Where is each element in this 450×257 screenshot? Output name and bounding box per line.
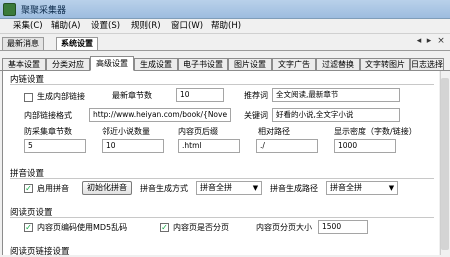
display-density-label: 显示密度（字数/链接） [334,127,417,136]
tab-log[interactable]: 日志选择 [410,58,444,71]
enable-pinyin-label: 启用拼音 [37,184,69,193]
anti-collect-input[interactable]: 5 [24,139,86,153]
tab-generate[interactable]: 生成设置 [134,58,178,71]
relative-path-input[interactable]: ./ [256,139,318,153]
pinyin-gen-mode-select[interactable]: 拼音全拼 ▼ [196,181,262,195]
chevron-down-icon: ▼ [252,184,259,192]
next-tab-icon[interactable]: ▸ [424,36,434,46]
inner-links-separator [10,84,434,85]
menu-settings[interactable]: 设置(S) [88,20,123,33]
md5-checkbox[interactable]: ✓ [24,223,33,232]
doctab-system-settings[interactable]: 系统设置 [56,37,98,50]
keywords-input[interactable]: 好看的小说,全文字小说 [272,108,400,122]
link-format-input[interactable]: http://www.heiyan.com/book/{Nove [89,108,231,122]
menu-assist[interactable]: 辅助(A) [48,20,83,33]
relative-path-label: 相对路径 [258,127,290,136]
app-icon [3,3,16,16]
recommend-label: 推荐词 [244,91,268,100]
neighbor-count-label: 邻近小说数量 [102,127,150,136]
gen-inner-links-checkbox[interactable] [24,93,33,102]
pinyin-gen-path-label: 拼音生成路径 [270,184,318,193]
tab-basic[interactable]: 基本设置 [2,58,46,71]
tab-ebook[interactable]: 电子书设置 [178,58,228,71]
page-suffix-input[interactable]: .html [178,139,240,153]
close-tab-icon[interactable]: × [436,36,446,46]
reading-link-title: 阅读页链接设置 [10,247,70,257]
link-format-label: 内部链接格式 [24,111,72,120]
tab-filter-replace[interactable]: 过滤替换 [316,58,360,71]
title-bar [0,0,450,19]
recommend-input[interactable]: 全文阅读,最新章节 [272,88,400,102]
enable-pinyin-checkbox[interactable]: ✓ [24,184,33,193]
pinyin-gen-path-select[interactable]: 拼音全拼 ▼ [326,181,398,195]
tab-text-to-image[interactable]: 文字转图片 [360,58,410,71]
prev-tab-icon[interactable]: ◂ [414,36,424,46]
anti-collect-label: 防采集章节数 [24,127,72,136]
window-title: 聚聚采集器 [21,6,67,16]
reading-separator [10,217,434,218]
paging-label: 内容页是否分页 [173,223,229,232]
tab-category[interactable]: 分类对应 [46,58,90,71]
display-density-input[interactable]: 1000 [334,139,396,153]
latest-chapters-label: 最新章节数 [112,91,152,100]
pinyin-gen-mode-label: 拼音生成方式 [140,184,188,193]
doctab-divider [0,50,450,51]
page-size-input[interactable]: 1500 [318,220,368,234]
latest-chapters-input[interactable]: 10 [176,88,224,102]
init-pinyin-button[interactable]: 初始化拼音 [82,181,132,195]
page-suffix-label: 内容页后缀 [178,127,218,136]
doctab-news[interactable]: 最新消息 [2,37,44,50]
page-size-label: 内容页分页大小 [256,223,312,232]
tab-image[interactable]: 图片设置 [228,58,272,71]
menu-window[interactable]: 窗口(W) [168,20,206,33]
chevron-down-icon: ▼ [388,184,395,192]
md5-label: 内容页编码使用MD5乱码 [37,223,128,232]
tab-advanced[interactable]: 高级设置 [90,56,134,71]
keywords-label: 关键词 [244,111,268,120]
menu-collect[interactable]: 采集(C) [10,20,46,33]
paging-checkbox[interactable]: ✓ [160,223,169,232]
menu-help[interactable]: 帮助(H) [208,20,244,33]
scrollbar-thumb[interactable] [441,78,449,250]
neighbor-count-input[interactable]: 10 [102,139,164,153]
pinyin-separator [10,178,434,179]
gen-inner-links-label: 生成内部链接 [37,92,85,101]
tab-text-ads[interactable]: 文字广告 [272,58,316,71]
menu-rules[interactable]: 规则(R) [128,20,164,33]
